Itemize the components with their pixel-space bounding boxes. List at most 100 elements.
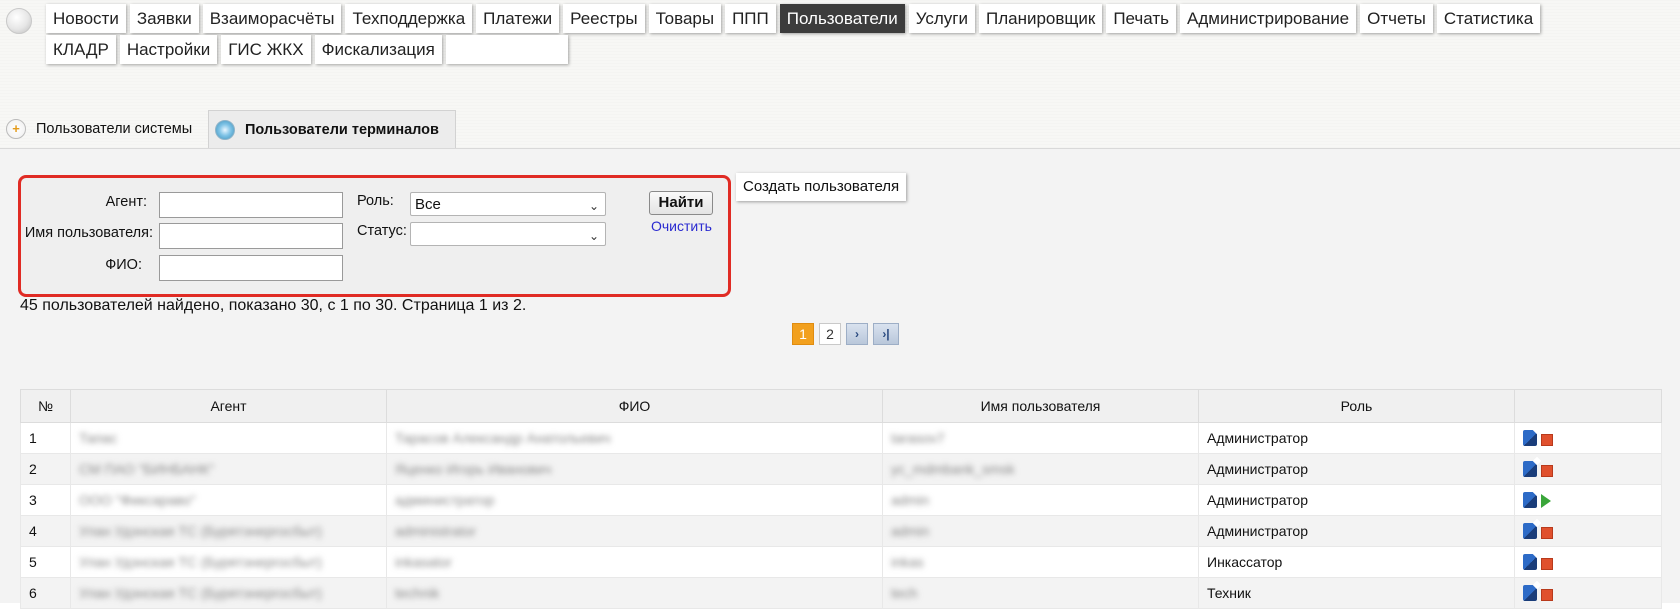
- tab-system-users[interactable]: + Пользователи системы: [0, 110, 206, 148]
- cell-actions: [1514, 577, 1662, 609]
- header-agent[interactable]: Агент: [70, 389, 387, 423]
- cell-actions: [1514, 515, 1662, 547]
- table-row: 5 Улан Удэнская ТС (Бурятэнергосбыт) inkas…: [20, 546, 1662, 578]
- last-page-icon[interactable]: ›|: [873, 323, 899, 345]
- cell-agent: Улан Удэнская ТС (Бурятэнергосбыт): [70, 515, 387, 547]
- cell-actions: [1514, 484, 1662, 516]
- header-fio[interactable]: ФИО: [386, 389, 883, 423]
- cell-fio: technik: [386, 577, 883, 609]
- menu-item[interactable]: Товары: [648, 4, 722, 33]
- menu-item[interactable]: Администрирование: [1180, 4, 1357, 33]
- cell-agent-text: СМ ПАО "БИНБАНК": [79, 461, 215, 477]
- filter-panel: Агент: Имя пользователя: ФИО: Роль: Все …: [18, 175, 731, 297]
- menu-item[interactable]: Печать: [1106, 4, 1177, 33]
- cell-role: Администратор: [1198, 453, 1515, 485]
- play-icon[interactable]: [1541, 494, 1551, 508]
- menu-item[interactable]: Услуги: [908, 4, 975, 33]
- main-menu-row-2: КЛАДР Настройки ГИС ЖКХ Фискализация: [46, 35, 568, 64]
- cell-role: Инкассатор: [1198, 546, 1515, 578]
- role-select-value: Все: [415, 196, 441, 213]
- cell-username-text: admin: [891, 492, 930, 508]
- find-button[interactable]: Найти: [649, 191, 713, 215]
- create-user-button[interactable]: Создать пользователя: [736, 173, 907, 201]
- menu-item[interactable]: Статистика: [1436, 4, 1541, 33]
- fio-label: ФИО:: [105, 257, 142, 273]
- cell-role-text: Техник: [1207, 585, 1251, 601]
- menu-item[interactable]: Техподдержка: [345, 4, 473, 33]
- menu-item-empty: [445, 35, 568, 64]
- menu-item[interactable]: Пользователи: [779, 4, 905, 33]
- logo-circle-icon[interactable]: [6, 8, 32, 34]
- cell-agent: Улан Удэнская ТС (Бурятэнергосбыт): [70, 577, 387, 609]
- cell-username-text: admin: [891, 523, 930, 539]
- table-row: 1 Тапас Тарасов Александр Анатольевич taras…: [20, 422, 1662, 454]
- agent-input[interactable]: [159, 192, 343, 218]
- cell-number-text: 3: [29, 492, 37, 508]
- cell-agent-text: ООО "Фиксараво": [79, 492, 196, 508]
- menu-item[interactable]: Отчеты: [1360, 4, 1433, 33]
- menu-item[interactable]: Реестры: [563, 4, 645, 33]
- cell-username-text: inkas: [891, 554, 924, 570]
- cell-agent-text: Улан Удэнская ТС (Бурятэнергосбыт): [79, 554, 322, 570]
- table-row: 3 ООО "Фиксараво" администратор admin Админи…: [20, 484, 1662, 516]
- page-2-link[interactable]: 2: [819, 323, 841, 345]
- header-number[interactable]: №: [20, 389, 71, 423]
- cell-fio-text: Яценко Игорь Иванович: [395, 461, 552, 477]
- table-row: 6 Улан Удэнская ТС (Бурятэнергосбыт) techn…: [20, 577, 1662, 609]
- menu-item[interactable]: Новости: [46, 4, 126, 33]
- cell-number: 3: [20, 484, 71, 516]
- table-row: 4 Улан Удэнская ТС (Бурятэнергосбыт) admin…: [20, 515, 1662, 547]
- username-label: Имя пользователя:: [24, 225, 153, 241]
- clear-link[interactable]: Очистить: [651, 218, 712, 234]
- stop-icon[interactable]: [1541, 526, 1553, 539]
- cell-agent: Улан Удэнская ТС (Бурятэнергосбыт): [70, 546, 387, 578]
- cell-agent-text: Тапас: [79, 430, 118, 446]
- stop-icon[interactable]: [1541, 433, 1553, 446]
- edit-icon[interactable]: [1523, 430, 1537, 446]
- chevron-down-icon: ⌄: [588, 199, 599, 213]
- menu-item[interactable]: ППП: [725, 4, 776, 33]
- cell-role: Техник: [1198, 577, 1515, 609]
- menu-item[interactable]: Платежи: [476, 4, 560, 33]
- cell-actions: [1514, 422, 1662, 454]
- cell-fio-text: администратор: [395, 492, 495, 508]
- cell-role-text: Администратор: [1207, 492, 1309, 508]
- cell-fio-text: technik: [395, 585, 440, 601]
- tab-terminal-users-label: Пользователи терминалов: [245, 121, 439, 138]
- cell-number-text: 4: [29, 523, 37, 539]
- menu-item[interactable]: КЛАДР: [46, 35, 116, 64]
- menu-item[interactable]: Фискализация: [314, 35, 442, 64]
- stop-icon[interactable]: [1541, 464, 1553, 477]
- header-username[interactable]: Имя пользователя: [882, 389, 1199, 423]
- cell-role-text: Администратор: [1207, 430, 1309, 446]
- edit-icon[interactable]: [1523, 523, 1537, 539]
- role-select[interactable]: Все ⌄: [410, 192, 606, 216]
- cell-role-text: Инкассатор: [1207, 554, 1283, 570]
- menu-item[interactable]: Планировщик: [978, 4, 1103, 33]
- menu-item[interactable]: Взаиморасчёты: [202, 4, 342, 33]
- cell-username-text: yc_mdmbank_smsk: [891, 461, 1015, 477]
- cell-number: 2: [20, 453, 71, 485]
- stop-icon[interactable]: [1541, 557, 1553, 570]
- menu-item[interactable]: Заявки: [129, 4, 199, 33]
- menu-item[interactable]: Настройки: [119, 35, 218, 64]
- tab-system-users-label: Пользователи системы: [36, 121, 193, 137]
- cell-username: admin: [882, 484, 1199, 516]
- header-role[interactable]: Роль: [1198, 389, 1515, 423]
- edit-icon[interactable]: [1523, 492, 1537, 508]
- users-tabs: + Пользователи системы Пользователи терм…: [0, 110, 1680, 149]
- stop-icon[interactable]: [1541, 588, 1553, 601]
- next-page-icon[interactable]: ›: [846, 323, 868, 345]
- cell-actions: [1514, 546, 1662, 578]
- edit-icon[interactable]: [1523, 554, 1537, 570]
- status-label: Статус:: [357, 223, 407, 239]
- tab-terminal-users[interactable]: Пользователи терминалов: [208, 110, 456, 148]
- menu-item[interactable]: ГИС ЖКХ: [221, 35, 311, 64]
- username-input[interactable]: [159, 223, 343, 249]
- fio-input[interactable]: [159, 255, 343, 281]
- cell-fio: administrator: [386, 515, 883, 547]
- header-actions: [1514, 389, 1662, 423]
- status-select[interactable]: ⌄: [410, 222, 606, 246]
- edit-icon[interactable]: [1523, 461, 1537, 477]
- edit-icon[interactable]: [1523, 585, 1537, 601]
